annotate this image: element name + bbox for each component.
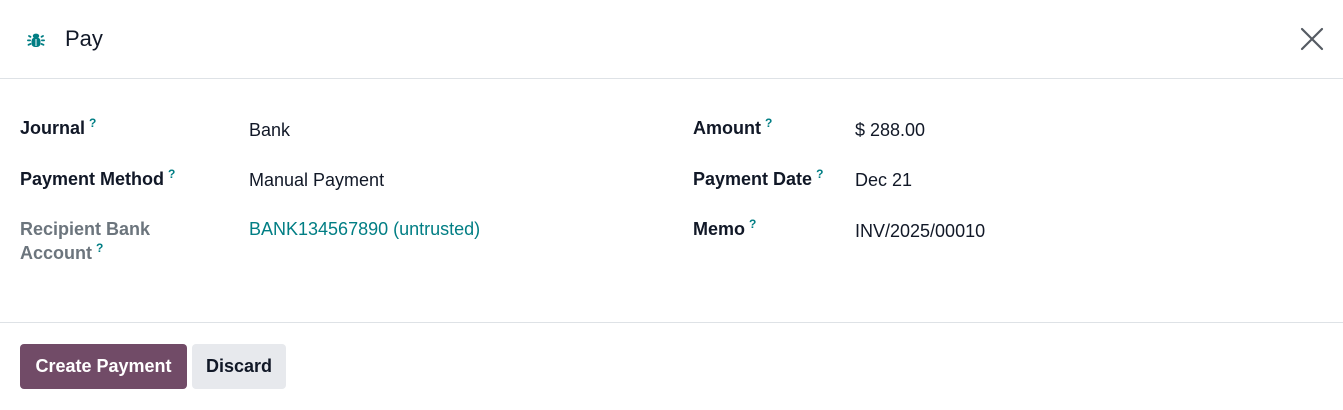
memo-label-text: Memo — [693, 219, 746, 239]
payment-date-label: Payment Date? — [693, 167, 823, 191]
payment-method-field[interactable]: Manual Payment — [249, 168, 384, 192]
memo-label: Memo? — [693, 217, 756, 241]
recipient-bank-label-line1: Recipient Bank — [20, 219, 151, 239]
payment-method-help-icon[interactable]: ? — [168, 167, 175, 181]
amount-field[interactable]: $ 288.00 — [855, 118, 925, 142]
recipient-bank-account-label: Recipient Bank Account? — [20, 217, 150, 265]
dialog-header: Pay — [0, 0, 1343, 79]
journal-label-text: Journal — [20, 118, 86, 138]
dialog-title: Pay — [65, 26, 103, 51]
payment-date-field[interactable]: Dec 21 — [855, 168, 912, 192]
amount-help-icon[interactable]: ? — [765, 116, 772, 130]
memo-field[interactable]: INV/2025/00010 — [855, 219, 985, 243]
close-icon — [1300, 27, 1324, 51]
payment-date-help-icon[interactable]: ? — [816, 167, 823, 181]
recipient-bank-label-line2: Account — [20, 243, 92, 263]
discard-button[interactable]: Discard — [192, 344, 286, 389]
create-payment-button[interactable]: Create Payment — [20, 344, 187, 389]
journal-field[interactable]: Bank — [249, 118, 290, 142]
amount-label: Amount? — [693, 116, 772, 140]
payment-date-label-text: Payment Date — [693, 169, 813, 189]
bug-icon — [25, 29, 47, 51]
amount-label-text: Amount — [693, 118, 761, 138]
recipient-bank-account-link[interactable]: BANK134567890 (untrusted) — [249, 217, 480, 241]
payment-method-label-text: Payment Method — [20, 169, 165, 189]
journal-label: Journal? — [20, 116, 96, 140]
close-button[interactable] — [1296, 23, 1328, 55]
pay-dialog: Pay Journal? Bank Payment Method? Manual… — [0, 0, 1343, 410]
footer-divider — [0, 322, 1343, 323]
recipient-bank-help-icon[interactable]: ? — [96, 241, 103, 255]
payment-method-label: Payment Method? — [20, 167, 175, 191]
memo-help-icon[interactable]: ? — [749, 217, 756, 231]
journal-help-icon[interactable]: ? — [89, 116, 96, 130]
